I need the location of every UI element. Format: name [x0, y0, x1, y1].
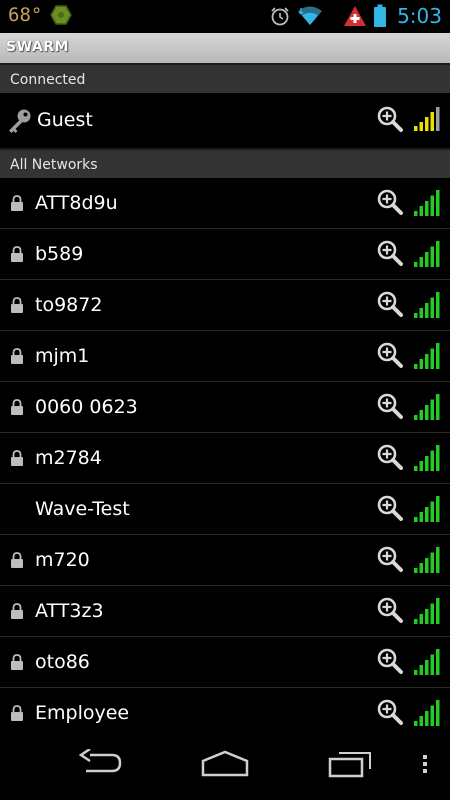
all-networks-list: ATT8d9u b589 to9872 mjm1 0060 0623 m2784 Wave-… — [0, 178, 450, 735]
recent-apps-button[interactable] — [327, 749, 373, 779]
lock-icon — [10, 297, 24, 313]
section-header-all-networks: All Networks — [0, 148, 450, 178]
network-row[interactable]: ATT3z3 — [0, 586, 450, 637]
network-name: ATT3z3 — [35, 600, 104, 622]
zoom-icon[interactable] — [376, 239, 404, 271]
zoom-icon[interactable] — [376, 494, 404, 526]
key-icon — [6, 107, 34, 139]
temperature-readout: 68° — [8, 4, 43, 26]
signal-strength-icon — [414, 598, 440, 628]
network-row[interactable]: b589 — [0, 229, 450, 280]
lock-icon — [10, 552, 24, 568]
battery-icon — [373, 4, 387, 28]
zoom-icon[interactable] — [376, 596, 404, 628]
network-row[interactable]: Employee — [0, 688, 450, 735]
lock-icon — [10, 348, 24, 364]
network-row[interactable]: oto86 — [0, 637, 450, 688]
recent-apps-icon — [328, 752, 371, 778]
network-name: to9872 — [35, 294, 103, 316]
app-title: SWARM — [6, 39, 69, 55]
zoom-icon[interactable] — [376, 188, 404, 220]
network-name: oto86 — [35, 651, 90, 673]
network-list[interactable]: Connected Guest All Networks ATT8d9u b58… — [0, 63, 450, 735]
back-button[interactable] — [78, 749, 124, 779]
home-button[interactable] — [200, 749, 250, 779]
overflow-menu-icon — [423, 755, 427, 773]
zoom-icon[interactable] — [376, 545, 404, 577]
network-row[interactable]: 0060 0623 — [0, 382, 450, 433]
overflow-menu-button[interactable] — [418, 749, 432, 779]
zoom-icon[interactable] — [376, 647, 404, 679]
lock-icon — [10, 195, 24, 211]
lock-icon — [10, 654, 24, 670]
network-name: Guest — [37, 109, 93, 131]
clock: 5:03 — [397, 4, 442, 28]
wifi-icon — [297, 5, 323, 27]
signal-strength-icon — [414, 343, 440, 373]
signal-strength-icon — [414, 190, 440, 220]
section-header-connected: Connected — [0, 63, 450, 93]
network-name: mjm1 — [35, 345, 90, 367]
network-name: 0060 0623 — [35, 396, 138, 418]
status-bar: 68° 5:03 — [0, 0, 450, 33]
signal-strength-icon — [414, 394, 440, 424]
zoom-icon[interactable] — [376, 341, 404, 373]
network-name: Employee — [35, 702, 130, 724]
lock-icon — [10, 246, 24, 262]
connected-network-row[interactable]: Guest — [0, 93, 450, 148]
lock-icon — [10, 603, 24, 619]
network-name: Wave-Test — [35, 498, 130, 520]
network-name: ATT8d9u — [35, 192, 118, 214]
navigation-bar — [0, 735, 450, 800]
lock-icon — [10, 705, 24, 721]
signal-strength-icon — [414, 700, 440, 730]
network-row[interactable]: Wave-Test — [0, 484, 450, 535]
hexagon-app-icon — [50, 4, 73, 26]
alarm-icon — [269, 5, 291, 27]
zoom-icon[interactable] — [376, 698, 404, 730]
signal-strength-icon — [414, 107, 440, 135]
signal-strength-icon — [414, 241, 440, 271]
signal-strength-icon — [414, 649, 440, 679]
lock-icon — [10, 399, 24, 415]
zoom-icon[interactable] — [376, 392, 404, 424]
zoom-icon[interactable] — [376, 290, 404, 322]
signal-strength-icon — [414, 292, 440, 322]
signal-strength-icon — [414, 496, 440, 526]
signal-strength-icon — [414, 445, 440, 475]
lock-icon — [10, 450, 24, 466]
home-icon — [201, 750, 249, 777]
network-name: m2784 — [35, 447, 102, 469]
network-row[interactable]: mjm1 — [0, 331, 450, 382]
network-row[interactable]: to9872 — [0, 280, 450, 331]
signal-strength-icon — [414, 547, 440, 577]
network-row[interactable]: m720 — [0, 535, 450, 586]
back-icon — [78, 749, 122, 773]
zoom-icon[interactable] — [376, 105, 404, 137]
network-name: b589 — [35, 243, 84, 265]
action-bar: SWARM — [0, 33, 450, 63]
network-name: m720 — [35, 549, 90, 571]
network-row[interactable]: ATT8d9u — [0, 178, 450, 229]
zoom-icon[interactable] — [376, 443, 404, 475]
swiss-alert-icon — [343, 5, 367, 27]
network-row[interactable]: m2784 — [0, 433, 450, 484]
